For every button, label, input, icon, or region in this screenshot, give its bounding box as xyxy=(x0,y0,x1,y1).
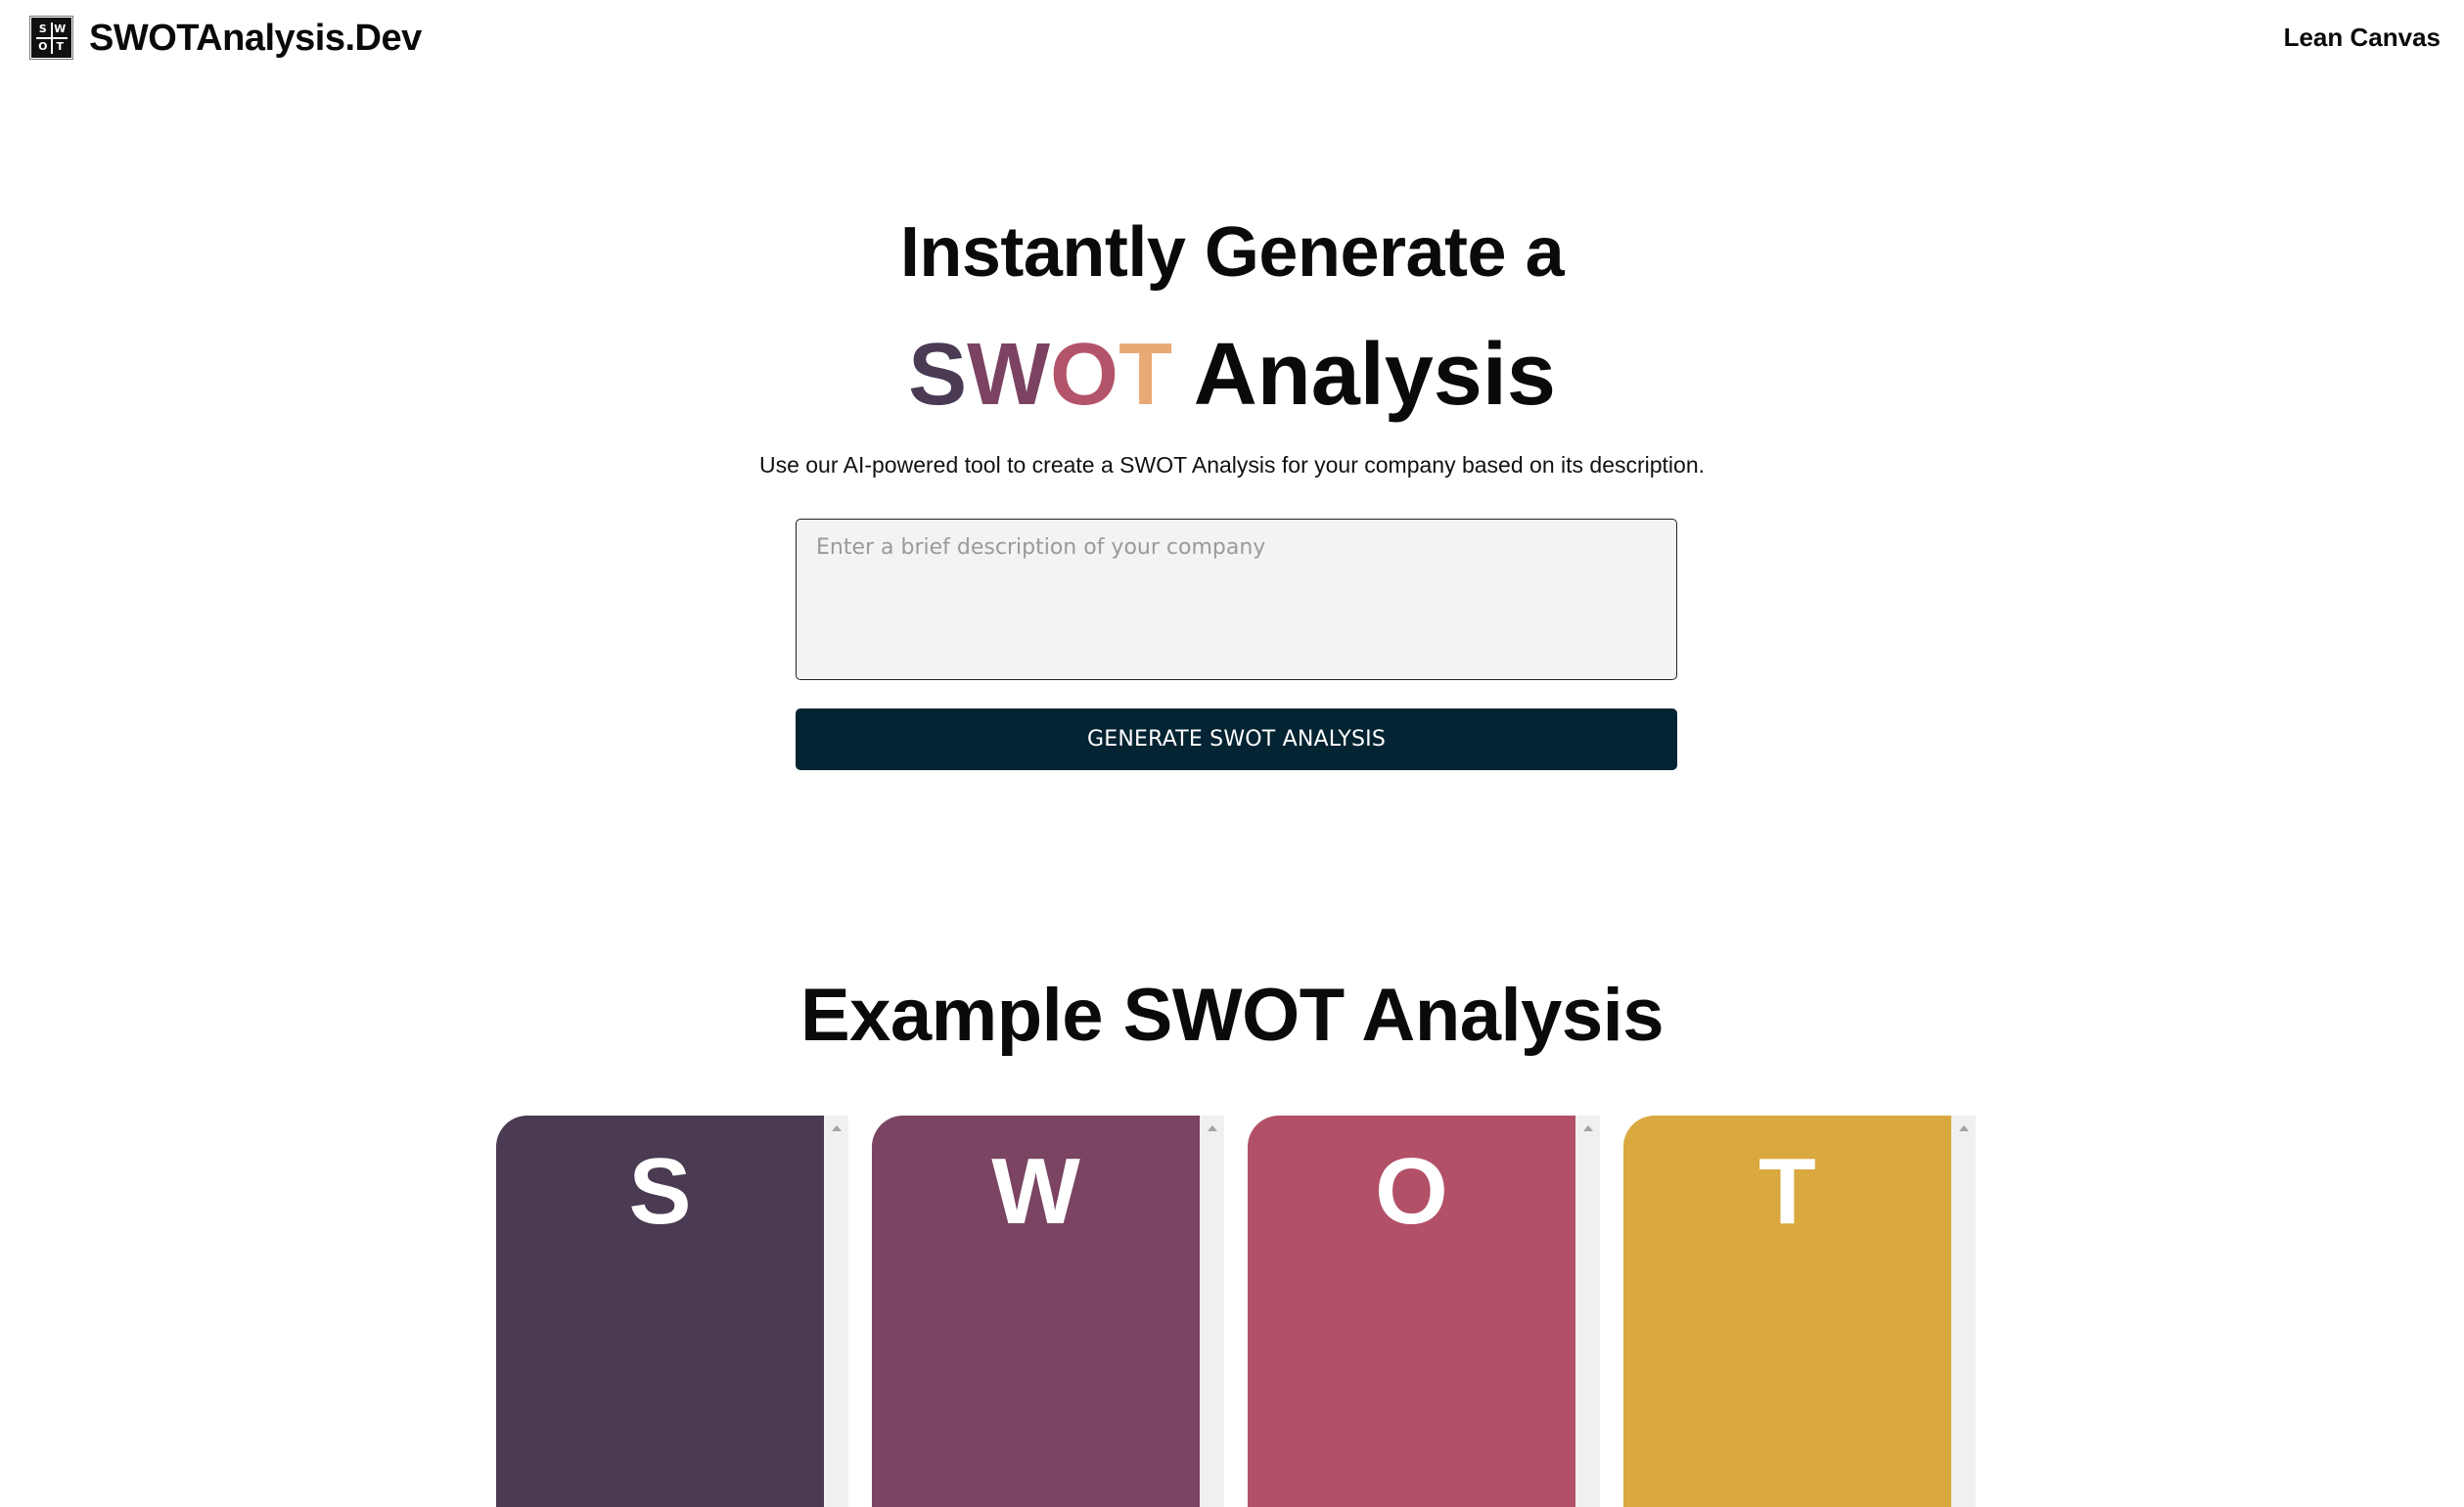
scroll-up-arrow-icon[interactable] xyxy=(1959,1125,1969,1131)
brand-home-link[interactable]: S W O T SWOTAnalysis.Dev xyxy=(29,16,422,60)
card-body: W xyxy=(872,1116,1200,1507)
card-letter: T xyxy=(1758,1139,1816,1244)
example-section-title: Example SWOT Analysis xyxy=(799,974,1665,1057)
swot-letter-s: S xyxy=(908,326,968,424)
logo-letter-t: T xyxy=(52,38,68,54)
generate-swot-button[interactable]: GENERATE SWOT ANALYSIS xyxy=(796,708,1677,770)
site-header: S W O T SWOTAnalysis.Dev Lean Canvas xyxy=(0,0,2464,78)
company-description-input[interactable] xyxy=(796,519,1677,680)
card-letter: W xyxy=(991,1139,1080,1244)
card-letter: O xyxy=(1375,1139,1448,1244)
swot-letter-o: O xyxy=(1050,326,1119,424)
card-letter: S xyxy=(628,1139,692,1244)
card-body: T xyxy=(1623,1116,1951,1507)
swot-card-threats: T xyxy=(1623,1116,1976,1507)
hero-subtitle: Use our AI-powered tool to create a SWOT… xyxy=(758,452,1706,478)
card-body: S xyxy=(496,1116,824,1507)
card-scrollbar[interactable] xyxy=(1951,1116,1976,1507)
swot-card-opportunities: O xyxy=(1248,1116,1600,1507)
hero-title-analysis: Analysis xyxy=(1193,326,1556,424)
logo-letter-w: W xyxy=(52,22,68,37)
scroll-up-arrow-icon[interactable] xyxy=(1208,1125,1217,1131)
swot-card-weaknesses: W xyxy=(872,1116,1224,1507)
hero-title-line2: SWOT Analysis xyxy=(0,331,2464,419)
example-swot-cards: S W O T xyxy=(496,1116,1976,1507)
swot-card-strengths: S xyxy=(496,1116,848,1507)
hero-title-line1: Instantly Generate a xyxy=(899,213,1565,292)
card-scrollbar[interactable] xyxy=(1200,1116,1224,1507)
swot-letter-w: W xyxy=(967,326,1051,424)
swot-letter-t: T xyxy=(1118,326,1173,424)
brand-name: SWOTAnalysis.Dev xyxy=(89,17,422,59)
logo-letter-o: O xyxy=(35,38,51,54)
nav-lean-canvas-link[interactable]: Lean Canvas xyxy=(2284,23,2441,52)
logo-letter-s: S xyxy=(35,22,51,37)
card-body: O xyxy=(1248,1116,1575,1507)
scroll-up-arrow-icon[interactable] xyxy=(832,1125,842,1131)
card-scrollbar[interactable] xyxy=(1575,1116,1600,1507)
swot-logo-icon: S W O T xyxy=(29,16,73,60)
card-scrollbar[interactable] xyxy=(824,1116,848,1507)
scroll-up-arrow-icon[interactable] xyxy=(1583,1125,1593,1131)
